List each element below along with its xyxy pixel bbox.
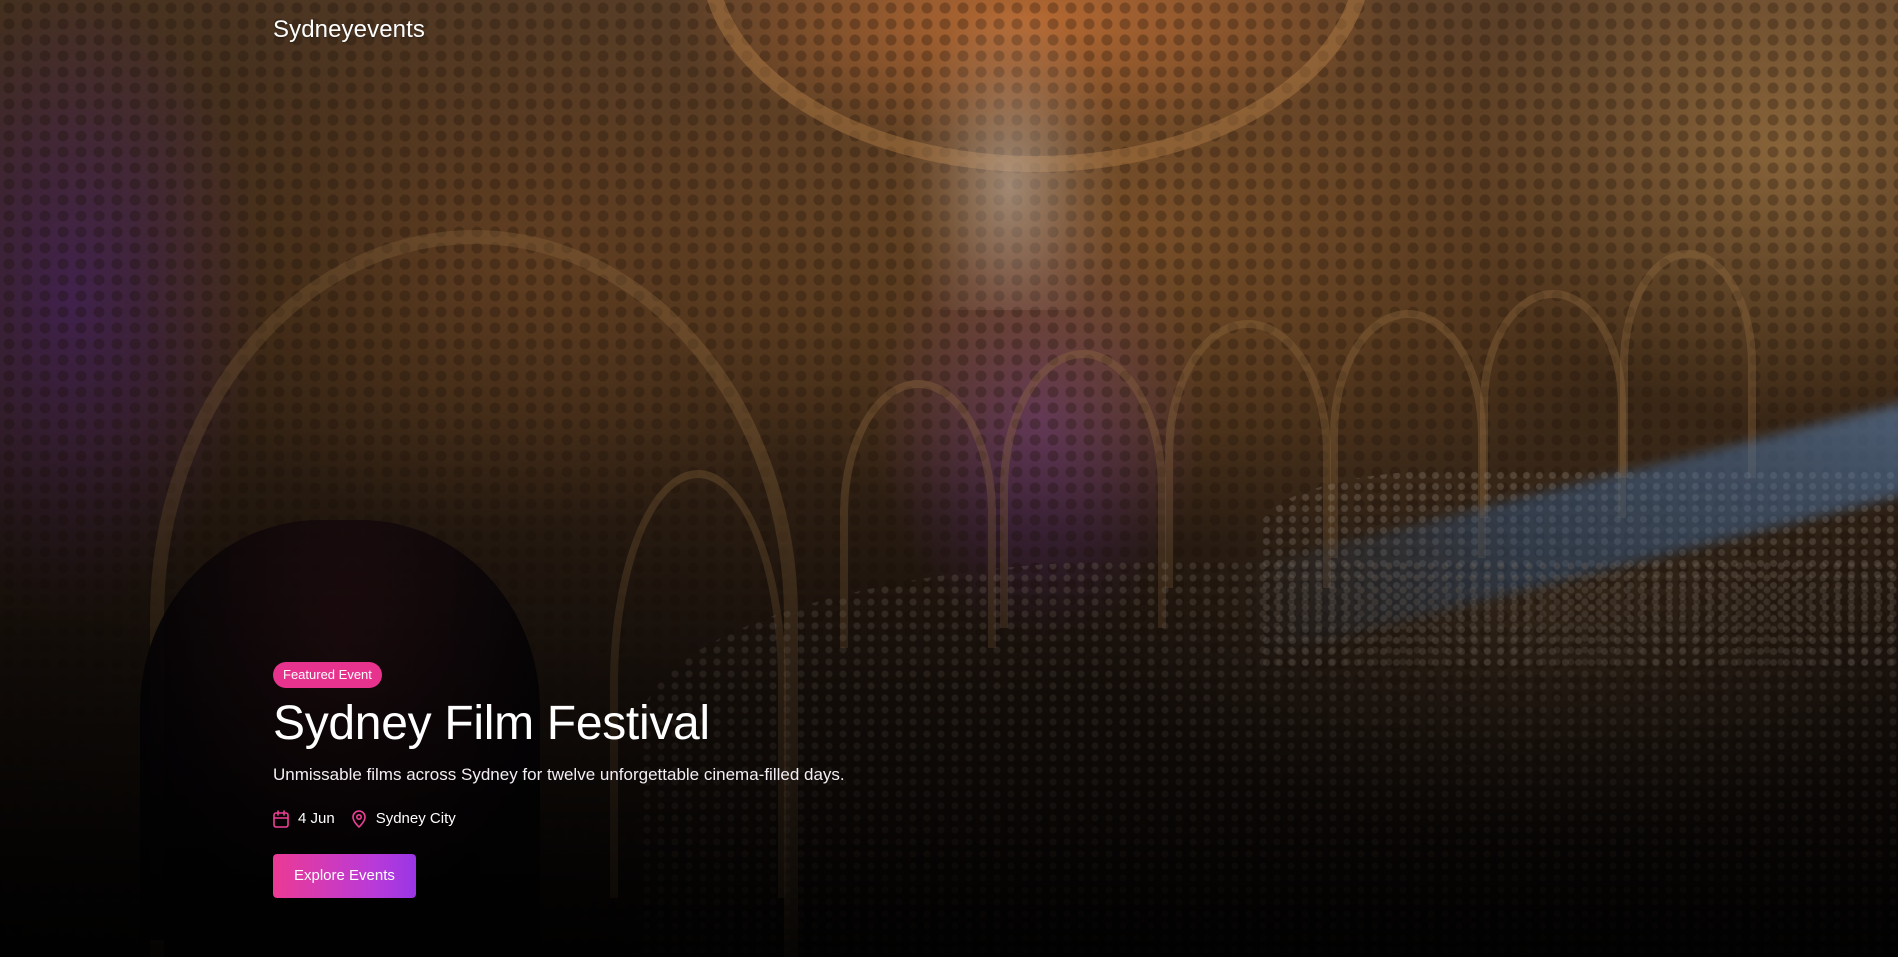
explore-events-button[interactable]: Explore Events — [273, 854, 416, 898]
event-title: Sydney Film Festival — [273, 697, 710, 750]
event-location: Sydney City — [351, 809, 456, 829]
featured-event-content: Featured Event Sydney Film Festival Unmi… — [273, 662, 1173, 898]
featured-badge: Featured Event — [273, 662, 382, 688]
event-description: Unmissable films across Sydney for twelv… — [273, 765, 845, 784]
site-logo[interactable]: Sydneyevents — [273, 16, 425, 44]
event-date: 4 Jun — [273, 809, 335, 829]
event-meta: 4 Jun Sydney City — [273, 809, 1173, 829]
map-pin-icon — [351, 810, 366, 828]
event-date-text: 4 Jun — [298, 810, 335, 827]
calendar-icon — [273, 810, 289, 828]
event-location-text: Sydney City — [375, 810, 456, 827]
hero-banner: Sydneyevents Featured Event Sydney Film … — [0, 0, 1898, 957]
